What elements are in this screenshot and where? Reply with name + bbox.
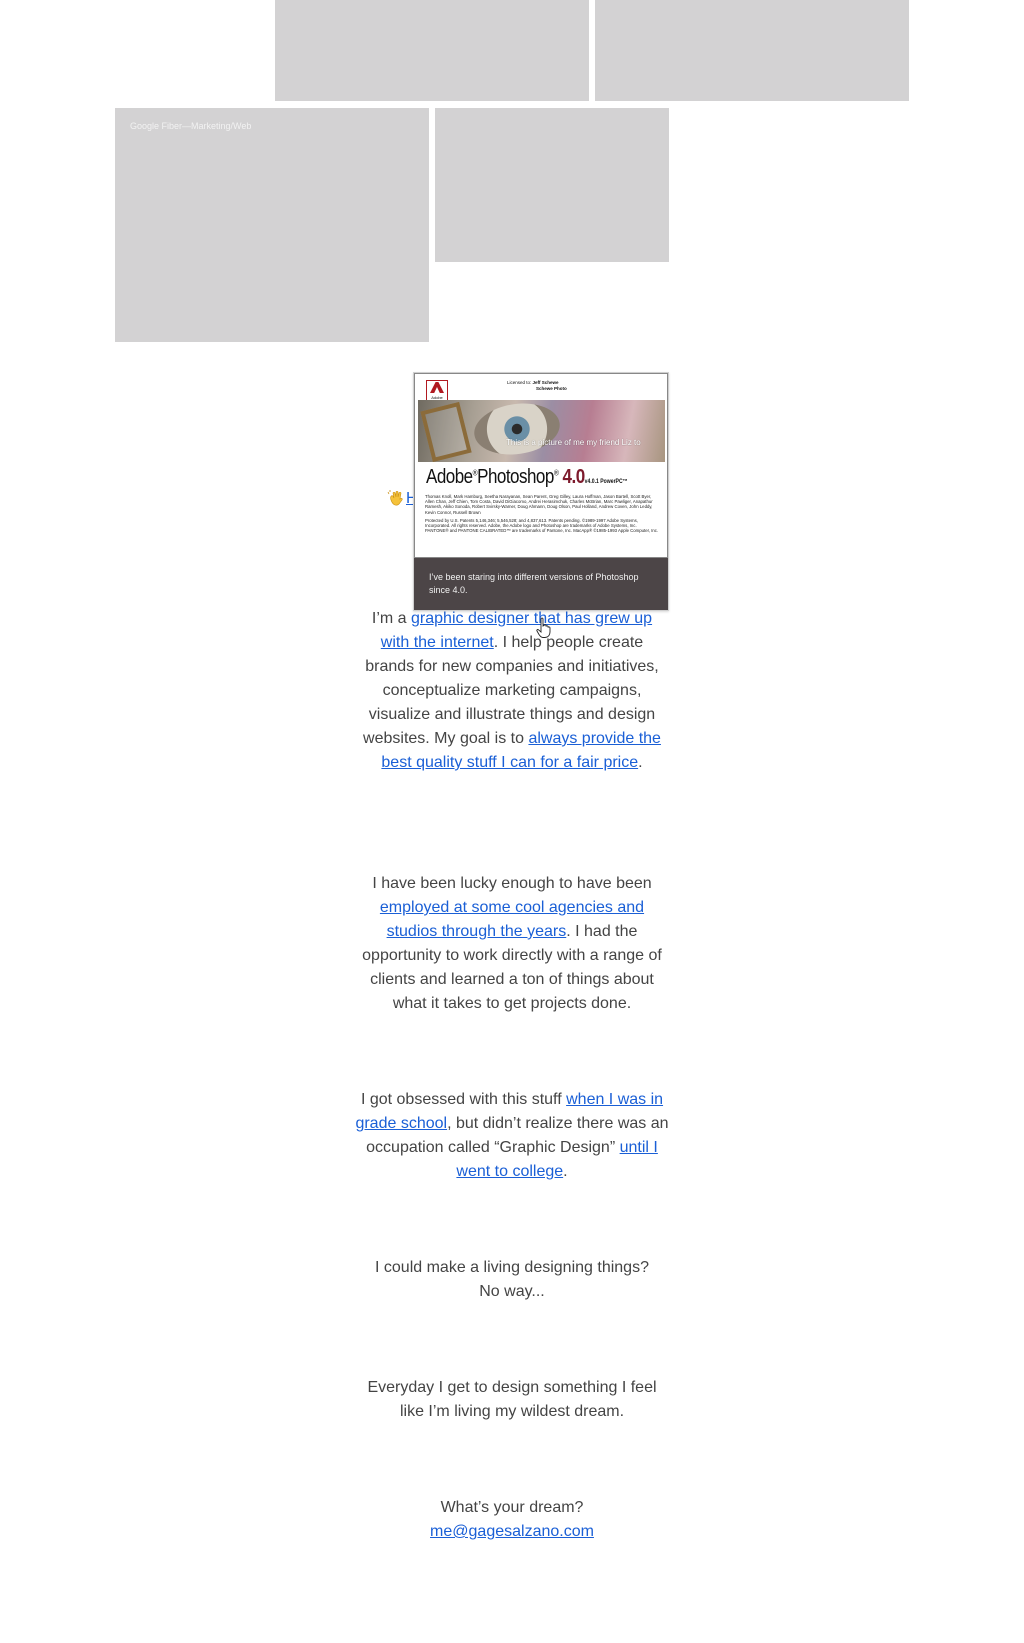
- project-tile-google-fiber[interactable]: Google Fiber—Marketing/Web: [115, 108, 429, 342]
- project-tile-top-right[interactable]: [595, 0, 909, 101]
- photoshop-splash-image: Adobe Licensed to: Jeff Schewe Schewe Ph…: [414, 373, 668, 558]
- license-info: Licensed to: Jeff Schewe Schewe Photo: [507, 380, 567, 391]
- project-tile-middle[interactable]: [435, 108, 669, 262]
- overlay-caption: This is a picture of me my friend Liz to: [506, 438, 641, 447]
- grade-school-text-pre: I got obsessed with this stuff: [360, 1091, 567, 1108]
- splash-artwork: This is a picture of me my friend Liz to: [418, 400, 665, 462]
- waving-hand-icon: [387, 490, 403, 506]
- project-tile-top-left[interactable]: [275, 0, 589, 101]
- adobe-logo-icon: Adobe: [426, 380, 448, 402]
- dream-question: What’s your dream?: [440, 1499, 584, 1516]
- dream-paragraph: Everyday I get to design something I fee…: [362, 1376, 662, 1424]
- living-line-1: I could make a living designing things?: [375, 1259, 649, 1276]
- splash-credits: Thomas Knoll, Mark Hamburg, Seetha Naray…: [425, 494, 659, 534]
- email-link[interactable]: me@gagesalzano.com: [430, 1523, 594, 1540]
- dream-text: Everyday I get to design something I fee…: [367, 1379, 657, 1420]
- photoshop-title: Adobe®Photoshop® 4.0v4.0.1 PowerPC™: [426, 466, 628, 488]
- intro-text-post: .: [638, 754, 643, 771]
- living-paragraph: I could make a living designing things? …: [357, 1256, 667, 1304]
- grade-school-text-post: .: [563, 1163, 568, 1180]
- living-line-2: No way...: [479, 1283, 545, 1300]
- grade-school-paragraph: I got obsessed with this stuff when I wa…: [355, 1088, 669, 1184]
- pointer-hand-cursor-icon: [536, 617, 551, 638]
- tile-caption: Google Fiber—Marketing/Web: [130, 121, 252, 131]
- intro-text-pre: I’m a: [371, 610, 412, 627]
- intro-paragraph: I’m a graphic designer that has grew up …: [357, 607, 667, 775]
- photoshop-hover-popup: Adobe Licensed to: Jeff Schewe Schewe Ph…: [413, 372, 669, 611]
- contact-paragraph: What’s your dream? me@gagesalzano.com: [357, 1496, 667, 1544]
- agencies-paragraph: I have been lucky enough to have been em…: [357, 872, 667, 1016]
- popup-caption: I’ve been staring into different version…: [414, 558, 668, 610]
- agencies-text-pre: I have been lucky enough to have been: [372, 875, 652, 892]
